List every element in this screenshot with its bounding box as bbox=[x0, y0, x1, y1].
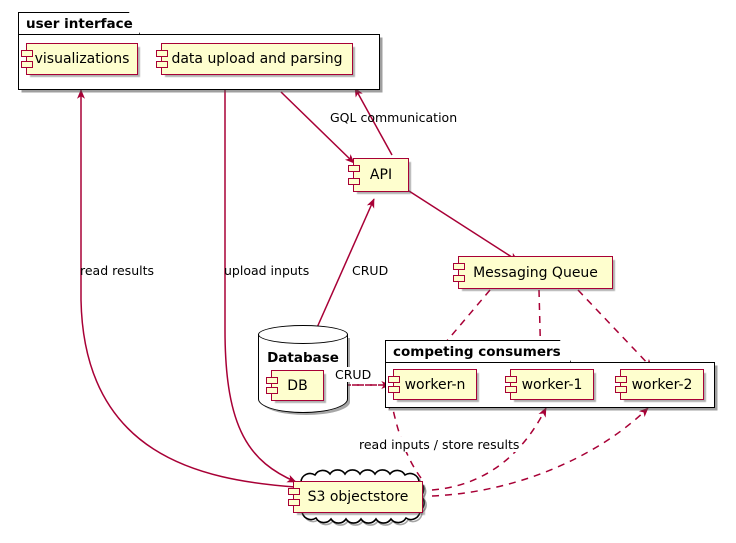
component-port bbox=[21, 61, 33, 68]
edge-gql-communication bbox=[280, 91, 355, 164]
component-port bbox=[453, 263, 465, 270]
edge-s3-to-worker-2 bbox=[431, 407, 649, 497]
edge-label-read-inputs-store-results: read inputs / store results bbox=[357, 437, 522, 452]
component-port bbox=[348, 165, 360, 172]
component-port bbox=[615, 386, 627, 393]
package-user-interface-tab: user interface bbox=[18, 12, 140, 34]
component-port bbox=[388, 386, 400, 393]
component-s3-objectstore-label: S3 objectstore bbox=[307, 489, 409, 505]
component-port bbox=[156, 61, 168, 68]
component-port bbox=[615, 376, 627, 383]
component-port bbox=[288, 488, 300, 495]
component-messaging-queue[interactable]: Messaging Queue bbox=[453, 256, 613, 289]
edge-upload-inputs bbox=[224, 90, 297, 483]
edge-label-crud-api: CRUD bbox=[352, 263, 389, 278]
component-messaging-queue-label: Messaging Queue bbox=[473, 264, 598, 281]
edge-read-results bbox=[77, 89, 296, 488]
component-db-label: DB bbox=[287, 377, 308, 394]
database-cylinder-top bbox=[258, 325, 348, 344]
component-data-upload-and-parsing-label: data upload and parsing bbox=[171, 51, 343, 67]
component-visualizations[interactable]: visualizations bbox=[21, 43, 138, 75]
component-port bbox=[505, 376, 517, 383]
component-data-upload-and-parsing[interactable]: data upload and parsing bbox=[156, 43, 353, 75]
component-port bbox=[388, 376, 400, 383]
diagram-canvas: user interface visualizations data uploa… bbox=[0, 0, 736, 543]
component-worker-2-label: worker-2 bbox=[631, 376, 693, 393]
component-port bbox=[156, 50, 168, 57]
component-api-label: API bbox=[369, 167, 393, 183]
component-port bbox=[348, 178, 360, 185]
component-api[interactable]: API bbox=[348, 158, 409, 192]
edge-label-crud-db: CRUD bbox=[333, 367, 374, 382]
edge-label-upload-inputs: upload inputs bbox=[224, 263, 310, 278]
component-s3-objectstore[interactable]: S3 objectstore bbox=[288, 481, 423, 513]
component-worker-1-label: worker-1 bbox=[521, 376, 583, 393]
component-port bbox=[288, 499, 300, 506]
component-port bbox=[453, 275, 465, 282]
component-db[interactable]: DB bbox=[266, 370, 324, 401]
database-label: Database bbox=[267, 350, 339, 366]
package-competing-consumers-tab: competing consumers bbox=[385, 340, 571, 362]
component-worker-n[interactable]: worker-n bbox=[388, 369, 477, 400]
component-worker-n-label: worker-n bbox=[404, 376, 466, 393]
edge-label-gql-communication: GQL communication bbox=[330, 110, 458, 125]
edge-api-to-queue bbox=[408, 190, 519, 262]
component-port bbox=[266, 387, 278, 394]
package-user-interface-label: user interface bbox=[26, 15, 133, 32]
component-port bbox=[266, 377, 278, 384]
component-port bbox=[21, 50, 33, 57]
component-visualizations-label: visualizations bbox=[34, 51, 130, 67]
component-port bbox=[505, 386, 517, 393]
edge-label-read-results: read results bbox=[80, 263, 154, 278]
component-worker-2[interactable]: worker-2 bbox=[615, 369, 704, 400]
package-competing-consumers-label: competing consumers bbox=[393, 343, 561, 360]
component-worker-1[interactable]: worker-1 bbox=[505, 369, 594, 400]
